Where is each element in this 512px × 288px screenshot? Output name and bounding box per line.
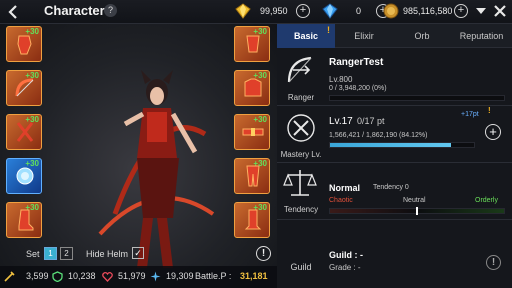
top-bar: Character ? 99,950 + 0 + 985,116,580 +: [0, 0, 512, 24]
hide-helm-checkbox[interactable]: ✓: [132, 247, 144, 259]
mastery-exp-text: 1,566,421 / 1,862,190 (84.12%): [329, 132, 428, 139]
mastery-point-gain: +17pt: [461, 111, 479, 118]
tab-basic-alert: !: [327, 25, 330, 35]
tendency-state: Normal: [329, 183, 361, 193]
equip-slot-right-4[interactable]: +30: [234, 158, 270, 194]
crit-star-icon: [150, 271, 161, 282]
mastery-points: 0/17 pt: [357, 116, 385, 126]
mastery-exp-bar: [329, 142, 475, 148]
character-stage: +30 +30 +30 +30 +30 +30 +30 +30 +30 +30 …: [0, 24, 277, 288]
mastery-caption: Mastery Lv.: [280, 150, 322, 159]
equip-slot-left-1[interactable]: +30: [6, 26, 42, 62]
tendency-caption: Tendency: [283, 205, 319, 214]
battle-power-value: 31,181: [240, 271, 268, 281]
character-name: RangerTest: [329, 57, 384, 68]
tendency-neutral-label: Neutral: [403, 197, 426, 204]
back-arrow-icon[interactable]: [6, 4, 22, 20]
defense-stat: 10,238: [68, 271, 96, 281]
hide-helm-label: Hide Helm: [86, 249, 129, 259]
equip-slot-left-5[interactable]: +30: [6, 202, 42, 238]
tendency-value: Tendency 0: [373, 184, 409, 191]
gold-gem-icon: [235, 3, 251, 19]
character-model: [98, 70, 215, 268]
page-title: Character: [44, 3, 105, 18]
stats-bar: 3,599 10,238 51,979 19,309 Battle.P : 31…: [0, 266, 277, 288]
close-icon[interactable]: [492, 3, 508, 19]
add-gold-button[interactable]: +: [296, 4, 310, 18]
character-exp-bar: [329, 95, 505, 101]
tendency-bar: [329, 207, 505, 215]
mastery-alert: !: [488, 106, 491, 115]
equip-slot-right-2[interactable]: +30: [234, 70, 270, 106]
tab-orb[interactable]: Orb: [393, 24, 451, 48]
tab-reputation[interactable]: Reputation: [451, 24, 512, 48]
gold-amount: 99,950: [260, 6, 288, 16]
heart-icon: [102, 272, 113, 282]
tab-bar: Basic ! Elixir Orb Reputation: [277, 24, 512, 48]
guild-caption: Guild: [290, 262, 312, 272]
tendency-chaotic-label: Chaotic: [329, 197, 353, 204]
set-1-button[interactable]: 1: [44, 247, 57, 260]
character-level: Lv.800: [329, 75, 353, 84]
coin-amount: 985,116,580: [403, 6, 453, 16]
sword-icon: [4, 271, 15, 282]
help-icon[interactable]: ?: [104, 4, 117, 17]
profile-section: Ranger RangerTest Lv.800 0 / 3,948,200 (…: [277, 49, 512, 106]
tendency-marker: [416, 207, 418, 215]
diamond-amount: 0: [356, 6, 362, 16]
guild-grade: Grade : -: [329, 263, 361, 272]
shield-icon: [52, 271, 63, 282]
character-exp-text: 0 / 3,948,200 (0%): [329, 85, 387, 92]
info-alert-icon[interactable]: !: [256, 246, 271, 261]
tendency-orderly-label: Orderly: [475, 197, 498, 204]
add-coin-button[interactable]: +: [454, 4, 468, 18]
diamond-icon: [322, 3, 338, 19]
guild-name: Guild : -: [329, 250, 363, 260]
crossed-swords-icon: [287, 114, 315, 142]
guild-section: Guild Guild : - Grade : - !: [277, 220, 512, 288]
chevron-down-icon[interactable]: [474, 4, 488, 18]
guild-info-icon[interactable]: !: [486, 255, 501, 270]
ranger-class-icon: [287, 56, 312, 83]
attack-stat: 3,599: [26, 271, 49, 281]
crit-stat: 19,309: [166, 271, 194, 281]
hp-stat: 51,979: [118, 271, 146, 281]
add-mastery-button[interactable]: +: [485, 124, 501, 140]
set-2-button[interactable]: 2: [60, 247, 73, 260]
class-caption: Ranger: [287, 93, 315, 102]
equip-slot-left-3[interactable]: +30: [6, 114, 42, 150]
scales-icon: [283, 170, 317, 196]
equip-slot-right-5[interactable]: +30: [234, 202, 270, 238]
equip-slot-left-2[interactable]: +30: [6, 70, 42, 106]
mastery-level: Lv.17: [329, 116, 353, 127]
equip-slot-right-3[interactable]: +30: [234, 114, 270, 150]
set-label: Set: [26, 249, 40, 259]
battle-power-label: Battle.P :: [195, 271, 232, 281]
equip-slot-right-1[interactable]: +30: [234, 26, 270, 62]
equip-slot-left-4[interactable]: +30: [6, 158, 42, 194]
tendency-section: Tendency Normal Tendency 0 Chaotic Neutr…: [277, 163, 512, 220]
info-panel: Basic ! Elixir Orb Reputation Ranger Ran…: [277, 24, 512, 288]
mastery-exp-fill: [330, 143, 452, 147]
tab-elixir[interactable]: Elixir: [335, 24, 393, 48]
coin-icon: [383, 3, 399, 19]
mastery-section: Mastery Lv. Lv.17 0/17 pt ! +17pt + 1,56…: [277, 106, 512, 163]
